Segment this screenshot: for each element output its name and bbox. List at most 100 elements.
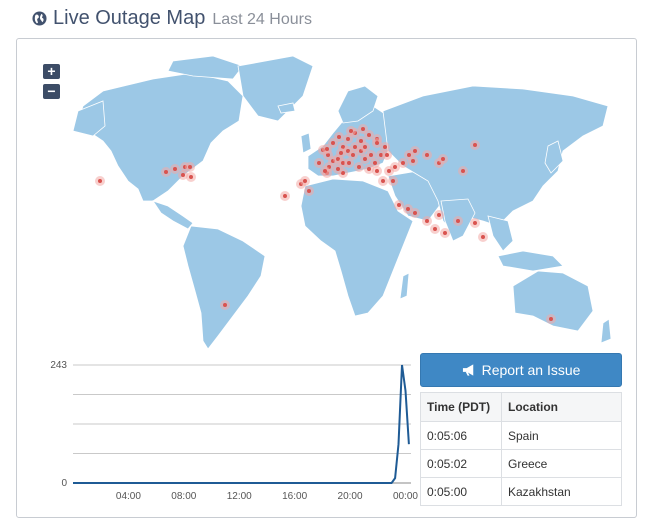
row-time: 0:05:06 [420, 421, 502, 450]
outage-marker [283, 194, 287, 198]
outage-marker [351, 153, 355, 157]
outage-marker [323, 169, 327, 173]
outage-marker [367, 133, 371, 137]
zoom-in-button[interactable]: + [43, 64, 60, 79]
outage-marker [443, 231, 447, 235]
southeast-asia [487, 215, 514, 252]
page-title: Live Outage Map [53, 6, 206, 29]
row-location: Kazakhstan [501, 477, 622, 506]
table-row: 0:05:00 Kazakhstan [420, 477, 622, 506]
page-subtitle: Last 24 Hours [212, 10, 312, 28]
outage-marker [425, 153, 429, 157]
column-header-time: Time (PDT) [420, 392, 502, 422]
outage-marker [401, 161, 405, 165]
outage-marker [385, 153, 389, 157]
outage-chart: 243 0 04:00 08:00 12:00 16:00 20:00 00:00 [31, 352, 418, 522]
world-map [72, 55, 612, 350]
table-row: 0:05:02 Greece [420, 449, 622, 478]
outage-marker [413, 149, 417, 153]
outage-line-chart: 243 0 04:00 08:00 12:00 16:00 20:00 00:00 [50, 360, 418, 502]
outage-marker [363, 157, 367, 161]
africa [300, 178, 414, 317]
outage-marker [381, 179, 385, 183]
row-time: 0:05:02 [420, 449, 502, 478]
table-header-row: Time (PDT) Location [420, 392, 622, 422]
outage-marker [433, 227, 437, 231]
outage-marker [347, 161, 351, 165]
outage-marker [339, 151, 343, 155]
outage-map[interactable] [43, 51, 617, 351]
megaphone-icon [462, 364, 473, 376]
chart-x-tick-label: 16:00 [282, 491, 307, 502]
outage-marker [188, 165, 192, 169]
outage-marker [393, 165, 397, 169]
outage-marker [387, 169, 391, 173]
outage-marker [413, 211, 417, 215]
report-issue-label: Report an Issue [481, 362, 581, 378]
outage-marker [549, 317, 553, 321]
chart-y-tick-label: 243 [50, 360, 67, 371]
globe-icon [32, 10, 47, 26]
outage-marker [383, 145, 387, 149]
recent-reports-table: Time (PDT) Location 0:05:06 Spain 0:05:0… [420, 392, 622, 506]
outage-marker [425, 219, 429, 223]
row-location: Spain [501, 421, 622, 450]
outage-marker [353, 145, 357, 149]
outage-marker [173, 167, 177, 171]
outage-marker [411, 159, 415, 163]
outage-marker [317, 161, 321, 165]
zoom-out-button[interactable]: − [43, 84, 60, 99]
outage-marker [375, 169, 379, 173]
outage-marker [349, 129, 353, 133]
outage-marker [481, 235, 485, 239]
outage-marker [361, 127, 365, 131]
outage-marker [346, 137, 350, 141]
page-header: Live Outage Map Last 24 Hours [32, 4, 312, 32]
outage-marker [363, 145, 367, 149]
outage-marker [373, 161, 377, 165]
chart-y-ticks: 243 0 [50, 360, 67, 489]
outage-marker [303, 179, 307, 183]
outage-marker [456, 219, 460, 223]
outage-panel: + − 243 0 04:00 08:00 12:00 16:00 20:00 00:00 … [16, 38, 637, 518]
land-masses [72, 55, 612, 350]
outage-marker [473, 143, 477, 147]
chart-gridlines [73, 364, 411, 484]
column-header-location: Location [501, 392, 622, 422]
chart-x-ticks: 04:00 08:00 12:00 16:00 20:00 00:00 [116, 491, 419, 502]
outage-marker [407, 153, 411, 157]
chart-x-tick-label: 00:00 [393, 491, 418, 502]
chart-y-tick-label: 0 [61, 478, 67, 489]
indonesia [497, 250, 564, 272]
chart-x-tick-label: 20:00 [338, 491, 363, 502]
outage-marker [461, 169, 465, 173]
outage-marker [181, 173, 185, 177]
outage-marker [307, 189, 311, 193]
madagascar [399, 272, 410, 300]
new-zealand [600, 318, 612, 344]
uk [300, 132, 312, 154]
outage-marker [223, 303, 227, 307]
report-issue-button[interactable]: Report an Issue [420, 353, 622, 387]
outage-marker [391, 179, 395, 183]
outage-marker [337, 135, 341, 139]
chart-x-tick-label: 12:00 [227, 491, 252, 502]
table-row: 0:05:06 Spain [420, 421, 622, 450]
outage-marker [406, 207, 410, 211]
outage-marker [441, 157, 445, 161]
outage-marker [331, 141, 335, 145]
south-america [182, 225, 266, 350]
row-location: Greece [501, 449, 622, 478]
outage-marker [336, 167, 340, 171]
chart-x-tick-label: 08:00 [171, 491, 196, 502]
outage-marker [357, 165, 361, 169]
outage-marker [164, 170, 168, 174]
row-time: 0:05:00 [420, 477, 502, 506]
outage-marker [367, 167, 371, 171]
chart-x-tick-label: 04:00 [116, 491, 141, 502]
greenland [237, 55, 314, 122]
outage-marker [325, 147, 329, 151]
outage-marker [359, 139, 363, 143]
central-america [152, 200, 194, 230]
outage-marker [189, 175, 193, 179]
